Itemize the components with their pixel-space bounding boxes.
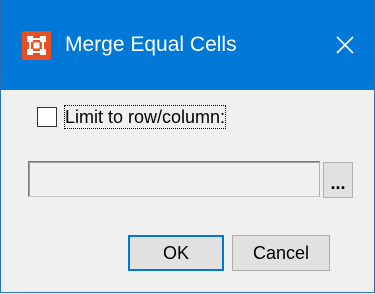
app-icon bbox=[22, 31, 51, 60]
close-button[interactable] bbox=[316, 0, 374, 90]
merge-equal-cells-dialog: Merge Equal Cells Limit to row/column: .… bbox=[0, 0, 375, 293]
browse-button[interactable]: ... bbox=[323, 162, 353, 198]
cancel-button[interactable]: Cancel bbox=[232, 235, 330, 271]
limit-option[interactable]: Limit to row/column: bbox=[37, 104, 227, 130]
limit-checkbox-label[interactable]: Limit to row/column: bbox=[64, 105, 227, 129]
row-column-input[interactable] bbox=[28, 161, 320, 197]
window-title: Merge Equal Cells bbox=[65, 33, 237, 56]
close-icon bbox=[336, 36, 354, 54]
ok-button[interactable]: OK bbox=[128, 235, 224, 271]
title-bar: Merge Equal Cells bbox=[1, 0, 374, 90]
limit-checkbox[interactable] bbox=[37, 107, 57, 127]
